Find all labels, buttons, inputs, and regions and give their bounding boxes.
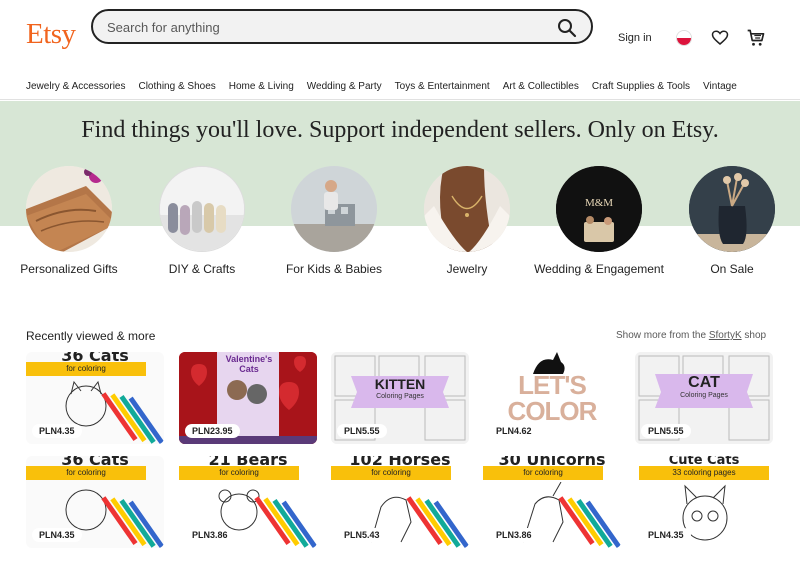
category-image (291, 166, 377, 252)
listing-price: PLN3.86 (185, 528, 235, 542)
listing-title: KITTEN (374, 376, 426, 392)
nav-item-wedding-party[interactable]: Wedding & Party (307, 81, 382, 92)
category-jewelry[interactable]: Jewelry (424, 166, 510, 276)
category-label: On Sale (710, 262, 754, 276)
category-image (159, 166, 245, 252)
listing-title: Valentine's Cats (225, 354, 273, 374)
category-image (26, 166, 112, 252)
category-diy-crafts[interactable]: DIY & Crafts (159, 166, 245, 276)
listing-banner: 33 coloring pages (639, 466, 769, 480)
listing-card[interactable]: Cute Cats 33 coloring pages PLN4.35 (635, 456, 773, 548)
category-label: Jewelry (446, 262, 488, 276)
category-image: M&M (556, 166, 642, 252)
nav-item-toys-entertainment[interactable]: Toys & Entertainment (395, 81, 490, 92)
sign-in-link[interactable]: Sign in (618, 32, 652, 44)
show-more-link: Show more from the SfortyK shop (616, 330, 766, 341)
listing-price: PLN5.43 (337, 528, 387, 542)
recently-viewed-title: Recently viewed & more (26, 329, 156, 343)
listing-banner: for coloring (26, 362, 146, 376)
region-flag-icon[interactable] (676, 30, 692, 46)
category-on-sale[interactable]: On Sale (689, 166, 775, 276)
category-image (424, 166, 510, 252)
nav-item-vintage[interactable]: Vintage (703, 81, 737, 92)
listing-card[interactable]: 36 Cats for coloring PLN4.35 (26, 352, 164, 444)
listing-price: PLN4.35 (32, 528, 82, 542)
listing-price: PLN4.62 (489, 424, 539, 438)
listing-card[interactable]: 21 Bears for coloring PLN3.86 (179, 456, 317, 548)
listing-banner: for coloring (26, 466, 146, 480)
nav-item-art-collectibles[interactable]: Art & Collectibles (503, 81, 579, 92)
listing-banner: for coloring (483, 466, 603, 480)
listing-card[interactable]: 36 Cats for coloring PLN4.35 (26, 456, 164, 548)
category-label: Personalized Gifts (20, 262, 118, 276)
search-bar (91, 9, 593, 44)
site-header: Etsy Sign in Jewelry & Accessories Cloth… (0, 0, 800, 100)
category-kids-babies[interactable]: For Kids & Babies (286, 166, 382, 276)
nav-item-jewelry-accessories[interactable]: Jewelry & Accessories (26, 81, 125, 92)
search-input[interactable] (107, 18, 547, 36)
listing-price: PLN5.55 (641, 424, 691, 438)
listing-title: LET'S COLOR (507, 370, 598, 426)
listing-card[interactable]: 102 Horses for coloring PLN5.43 (331, 456, 469, 548)
nav-item-clothing-shoes[interactable]: Clothing & Shoes (138, 81, 215, 92)
listing-banner: for coloring (331, 466, 451, 480)
cart-icon[interactable] (746, 28, 766, 48)
category-image (689, 166, 775, 252)
listing-card[interactable]: LET'S COLOR PLN4.62 (483, 352, 621, 444)
listing-price: PLN5.55 (337, 424, 387, 438)
show-more-prefix: Show more from the (616, 330, 707, 341)
listing-price: PLN4.35 (641, 528, 691, 542)
search-icon[interactable] (557, 18, 577, 38)
listing-price: PLN3.86 (489, 528, 539, 542)
listing-title: CAT (688, 374, 720, 391)
listing-card[interactable]: Valentine's Cats PLN23.95 (179, 352, 317, 444)
category-label: For Kids & Babies (285, 262, 383, 276)
svg-text:M&M: M&M (585, 197, 613, 209)
listing-card[interactable]: KITTEN Coloring Pages PLN5.55 (331, 352, 469, 444)
etsy-logo[interactable]: Etsy (26, 18, 76, 51)
listing-card[interactable]: 30 Unicorns for coloring PLN3.86 (483, 456, 621, 548)
category-wedding-engagement[interactable]: M&M Wedding & Engagement (534, 166, 664, 276)
listing-price: PLN23.95 (185, 424, 240, 438)
shop-link[interactable]: SfortyK (709, 330, 742, 341)
nav-item-craft-supplies[interactable]: Craft Supplies & Tools (592, 81, 690, 92)
listing-price: PLN4.35 (32, 424, 82, 438)
hero-tagline: Find things you'll love. Support indepen… (81, 117, 719, 143)
listing-banner: for coloring (179, 466, 299, 480)
listing-banner: Coloring Pages (680, 392, 728, 399)
nav-item-home-living[interactable]: Home & Living (229, 81, 294, 92)
listing-card[interactable]: CAT Coloring Pages PLN5.55 (635, 352, 773, 444)
show-more-suffix: shop (744, 330, 767, 341)
category-personalized-gifts[interactable]: Personalized Gifts (20, 166, 118, 276)
category-label: Wedding & Engagement (534, 262, 664, 276)
category-label: DIY & Crafts (168, 262, 236, 276)
listing-banner: Coloring Pages (376, 393, 424, 400)
category-nav: Jewelry & Accessories Clothing & Shoes H… (26, 81, 750, 92)
favorites-heart-icon[interactable] (711, 29, 729, 47)
